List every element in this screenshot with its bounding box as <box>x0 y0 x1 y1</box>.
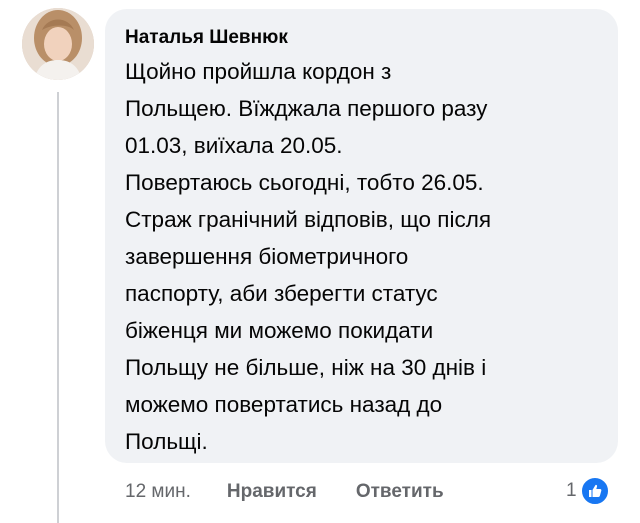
thumbs-up-glyph <box>588 484 601 497</box>
thumbs-up-icon <box>579 476 610 506</box>
comment-text-line: Повертаюсь сьогодні, тобто 26.05. <box>125 170 484 195</box>
thread-line <box>57 92 59 523</box>
timestamp[interactable]: 12 мин. <box>125 481 191 503</box>
comment-bubble: Наталья Шевнюк Щойно пройшла кордон з По… <box>105 9 618 463</box>
reaction-count: 1 <box>566 480 577 501</box>
avatar[interactable] <box>22 8 94 80</box>
avatar-photo <box>22 8 94 80</box>
comment-text-line: Страж гранічний відповів, що після <box>125 207 492 232</box>
comment-text: Щойно пройшла кордон з Польщею. Вїжджала… <box>125 53 598 460</box>
comment-text-line: біженця ми можемо покидати <box>125 318 434 343</box>
comment-text-line: Польщі. <box>125 429 208 454</box>
comment-text-line: можемо повертатись назад до <box>125 392 443 417</box>
comment-text-line: Польщу не більше, ніж на 30 днів і <box>125 355 487 380</box>
reply-button[interactable]: Ответить <box>356 481 444 503</box>
comment-text-line: Польщею. Вїжджала першого разу <box>125 96 488 121</box>
comment-text-line: 01.03, виїхала 20.05. <box>125 133 343 158</box>
comment-text-line: завершення біометричного <box>125 244 409 269</box>
comment-text-line: паспорту, аби зберегти статус <box>125 281 438 306</box>
comment-author[interactable]: Наталья Шевнюк <box>125 27 598 49</box>
like-button[interactable]: Нравится <box>227 481 317 503</box>
comment-text-line: Щойно пройшла кордон з <box>125 59 392 84</box>
reaction-summary[interactable]: 1 <box>566 476 610 506</box>
comment-actions: 12 мин. Нравится Ответить <box>125 478 444 506</box>
